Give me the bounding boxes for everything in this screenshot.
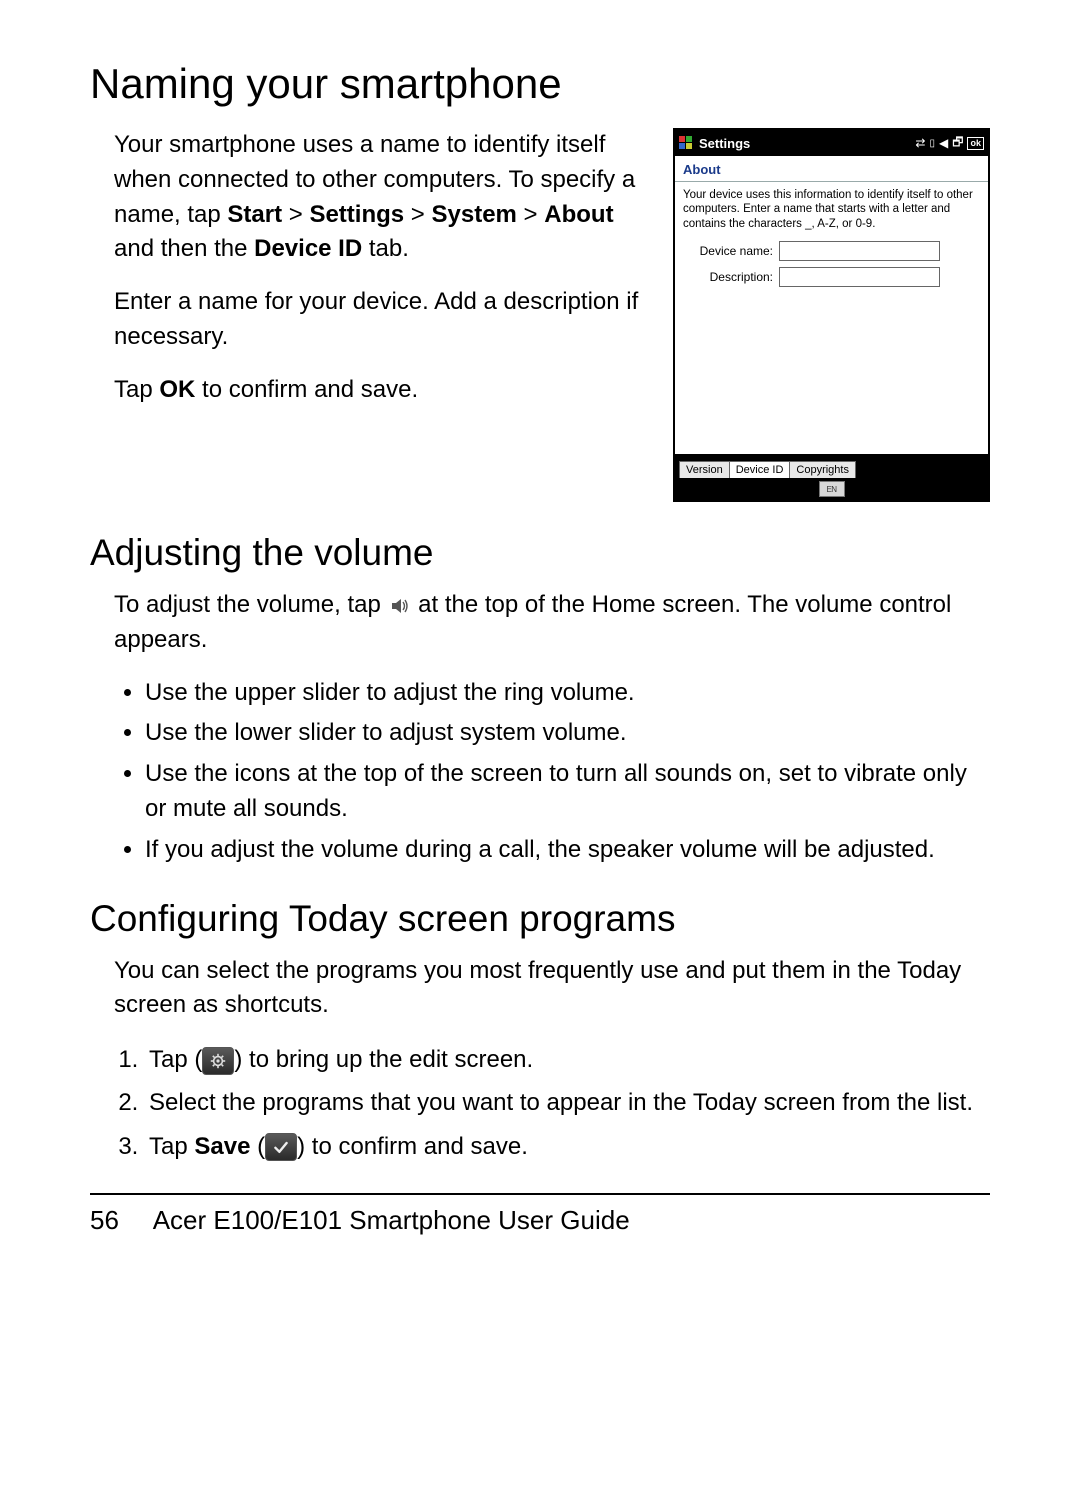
today-intro: You can select the programs you most fre… <box>114 954 990 1024</box>
checkmark-icon <box>265 1133 297 1161</box>
bold-about: About <box>544 201 613 228</box>
footer-title: Acer E100/E101 Smartphone User Guide <box>153 1205 630 1235</box>
description-label: Description: <box>683 270 779 284</box>
text: ) to confirm and save. <box>297 1133 528 1160</box>
naming-para3: Tap OK to confirm and save. <box>114 373 645 408</box>
wm-about-header: About <box>675 156 988 182</box>
text: Tap ( <box>149 1046 202 1073</box>
tab-device-id[interactable]: Device ID <box>729 461 791 478</box>
list-item: Use the lower slider to adjust system vo… <box>145 716 990 751</box>
bold-ok: OK <box>159 376 195 403</box>
text: to confirm and save. <box>195 376 418 403</box>
text: and then the <box>114 235 254 262</box>
footer-rule <box>90 1193 990 1195</box>
bold-deviceid: Device ID <box>254 235 362 262</box>
text: ( <box>250 1133 265 1160</box>
ok-button[interactable]: ok <box>967 137 984 150</box>
naming-para1: Your smartphone uses a name to identify … <box>114 128 645 267</box>
device-name-label: Device name: <box>683 244 779 258</box>
text: > <box>282 201 309 228</box>
text: Tap <box>149 1133 194 1160</box>
text: ) to bring up the edit screen. <box>234 1046 533 1073</box>
battery-icon[interactable]: 🗗 <box>952 133 963 154</box>
list-item: Use the icons at the top of the screen t… <box>145 757 990 827</box>
volume-icon[interactable]: ◀ <box>939 136 948 150</box>
list-item: Use the upper slider to adjust the ring … <box>145 676 990 711</box>
page-footer: 56 Acer E100/E101 Smartphone User Guide <box>90 1205 990 1236</box>
signal-icon[interactable]: ▯ <box>929 138 935 149</box>
text: To adjust the volume, tap <box>114 591 388 618</box>
text: Tap <box>114 376 159 403</box>
tab-version[interactable]: Version <box>679 461 730 478</box>
text: > <box>517 201 544 228</box>
naming-para2: Enter a name for your device. Add a desc… <box>114 285 645 355</box>
data-connection-icon[interactable]: ⇄ <box>915 136 925 150</box>
volume-bullets: Use the upper slider to adjust the ring … <box>90 676 990 868</box>
sip-keyboard-icon[interactable]: EN <box>819 481 845 497</box>
bold-save: Save <box>194 1133 250 1160</box>
page-number: 56 <box>90 1205 119 1235</box>
gear-icon <box>202 1047 234 1075</box>
heading-volume: Adjusting the volume <box>90 532 990 574</box>
speaker-icon <box>388 595 412 617</box>
tab-copyrights[interactable]: Copyrights <box>789 461 856 478</box>
wm-screenshot: Settings ⇄ ▯ ◀ 🗗 ok About Your device us… <box>673 128 990 502</box>
bold-start: Start <box>227 201 282 228</box>
text: > <box>404 201 431 228</box>
wm-titlebar: Settings ⇄ ▯ ◀ 🗗 ok <box>675 130 988 156</box>
list-item: Tap Save ( ) to confirm and save. <box>145 1128 990 1165</box>
volume-para: To adjust the volume, tap at the top of … <box>114 588 990 658</box>
text: tab. <box>362 235 409 262</box>
bold-system: System <box>432 201 517 228</box>
start-flag-icon[interactable] <box>679 136 693 150</box>
wm-title: Settings <box>699 136 909 151</box>
list-item: If you adjust the volume during a call, … <box>145 833 990 868</box>
device-name-input[interactable] <box>779 241 940 261</box>
list-item: Tap ( ) to bring up the edit screen. <box>145 1041 990 1078</box>
today-steps: Tap ( ) to bring up the edit screen. Sel… <box>90 1041 990 1165</box>
heading-naming: Naming your smartphone <box>90 60 990 108</box>
list-item: Select the programs that you want to app… <box>145 1084 990 1121</box>
wm-description-text: Your device uses this information to ide… <box>683 188 980 231</box>
wm-bottombar: EN <box>675 478 988 500</box>
description-input[interactable] <box>779 267 940 287</box>
wm-tabs: Version Device ID Copyrights <box>675 454 988 478</box>
bold-settings: Settings <box>309 201 404 228</box>
heading-today: Configuring Today screen programs <box>90 898 990 940</box>
